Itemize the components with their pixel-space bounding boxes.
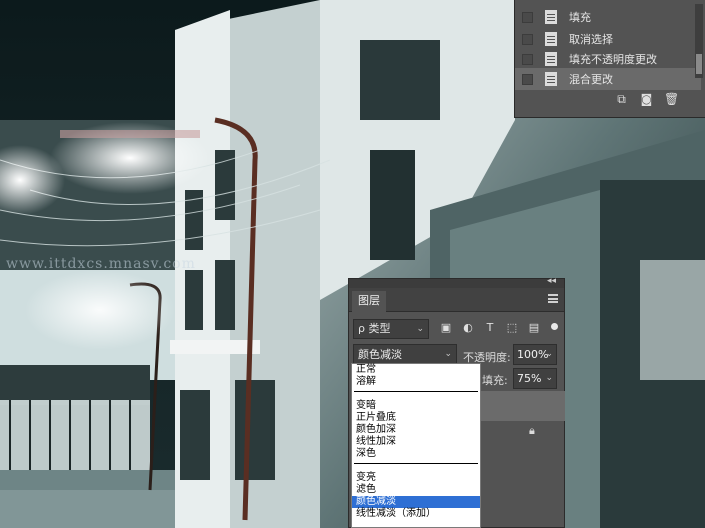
menu-divider — [354, 463, 478, 464]
history-item-label: 取消选择 — [569, 33, 613, 46]
chevron-down-icon: ⌄ — [545, 349, 553, 359]
history-item-label: 填充不透明度更改 — [569, 53, 657, 66]
image-filter-icon[interactable]: ▣ — [439, 321, 453, 335]
blend-option[interactable]: 线性减淡（添加） — [352, 508, 480, 520]
scrollbar-thumb[interactable] — [696, 54, 702, 74]
blend-option[interactable]: 颜色加深 — [352, 424, 480, 436]
blend-option[interactable]: 变暗 — [352, 400, 480, 412]
chevron-down-icon: ⌄ — [444, 349, 452, 359]
document-icon — [545, 52, 557, 66]
history-checkbox[interactable] — [522, 33, 533, 45]
chevron-down-icon: ⌄ — [416, 324, 424, 334]
blend-mode-dropdown: 正常 溶解 变暗 正片叠底 颜色加深 线性加深 深色 变亮 滤色 颜色减淡 线性… — [351, 363, 481, 528]
opacity-value: 100% — [517, 348, 549, 361]
history-checkbox[interactable] — [522, 53, 533, 65]
document-icon — [545, 10, 557, 24]
history-item-label: 混合更改 — [569, 73, 613, 86]
adjustment-filter-icon[interactable]: ◐ — [461, 321, 475, 335]
fill-value: 75% — [517, 372, 542, 385]
document-icon — [545, 72, 557, 86]
history-panel: 填充 取消选择 填充不透明度更改 混合更改 ⧉ ◙ 🗑 — [514, 0, 705, 118]
camera-icon[interactable]: ◙ — [639, 92, 654, 106]
blend-option[interactable]: 线性加深 — [352, 436, 480, 448]
type-filter-icon[interactable]: T — [483, 321, 497, 335]
history-checkbox[interactable] — [522, 11, 533, 23]
history-scrollbar[interactable] — [695, 4, 703, 78]
opacity-input[interactable]: 100% ⌄ — [513, 344, 557, 365]
fill-label: 填充: — [482, 374, 508, 387]
layer-row[interactable] — [479, 391, 565, 421]
blend-option[interactable]: 正片叠底 — [352, 412, 480, 424]
menu-divider — [354, 391, 478, 392]
document-icon — [545, 32, 557, 46]
history-item-selected[interactable]: 混合更改 — [515, 68, 701, 90]
history-item[interactable]: 填充 — [515, 6, 701, 28]
history-item[interactable]: 填充不透明度更改 — [515, 48, 701, 70]
filter-toggle-icon[interactable] — [551, 323, 558, 330]
history-checkbox[interactable] — [522, 73, 533, 85]
history-item-label: 填充 — [569, 11, 591, 24]
panel-menu-icon[interactable] — [548, 294, 558, 303]
blend-mode-select[interactable]: 颜色减淡 ⌄ — [353, 344, 457, 365]
trash-icon[interactable]: 🗑 — [664, 92, 679, 106]
blend-option-selected[interactable]: 颜色减淡 — [352, 496, 480, 508]
filter-label: ρ 类型 — [358, 322, 391, 335]
blend-option[interactable]: 正常 — [352, 364, 480, 376]
watermark-text: www.ittdxcs.mnasv.com — [6, 256, 196, 272]
blend-mode-value: 颜色减淡 — [358, 348, 402, 361]
chevron-down-icon: ⌄ — [545, 373, 553, 383]
blend-option[interactable]: 滤色 — [352, 484, 480, 496]
smart-object-filter-icon[interactable]: ▤ — [527, 321, 541, 335]
blend-option[interactable]: 溶解 — [352, 376, 480, 388]
new-snapshot-icon[interactable]: ⧉ — [614, 92, 629, 106]
tab-layers[interactable]: 图层 — [352, 291, 386, 312]
blend-option[interactable]: 变亮 — [352, 472, 480, 484]
collapse-icon[interactable]: ◂◂ — [547, 276, 556, 286]
panel-header-bar[interactable]: ◂◂ — [349, 276, 564, 288]
fill-input[interactable]: 75% ⌄ — [513, 368, 557, 389]
lock-icon[interactable]: 🔒︎ — [529, 424, 535, 438]
shape-filter-icon[interactable]: ⬚ — [505, 321, 519, 335]
blend-option[interactable]: 深色 — [352, 448, 480, 460]
layer-filter-select[interactable]: ρ 类型 ⌄ — [353, 319, 429, 339]
history-item[interactable]: 取消选择 — [515, 28, 701, 50]
